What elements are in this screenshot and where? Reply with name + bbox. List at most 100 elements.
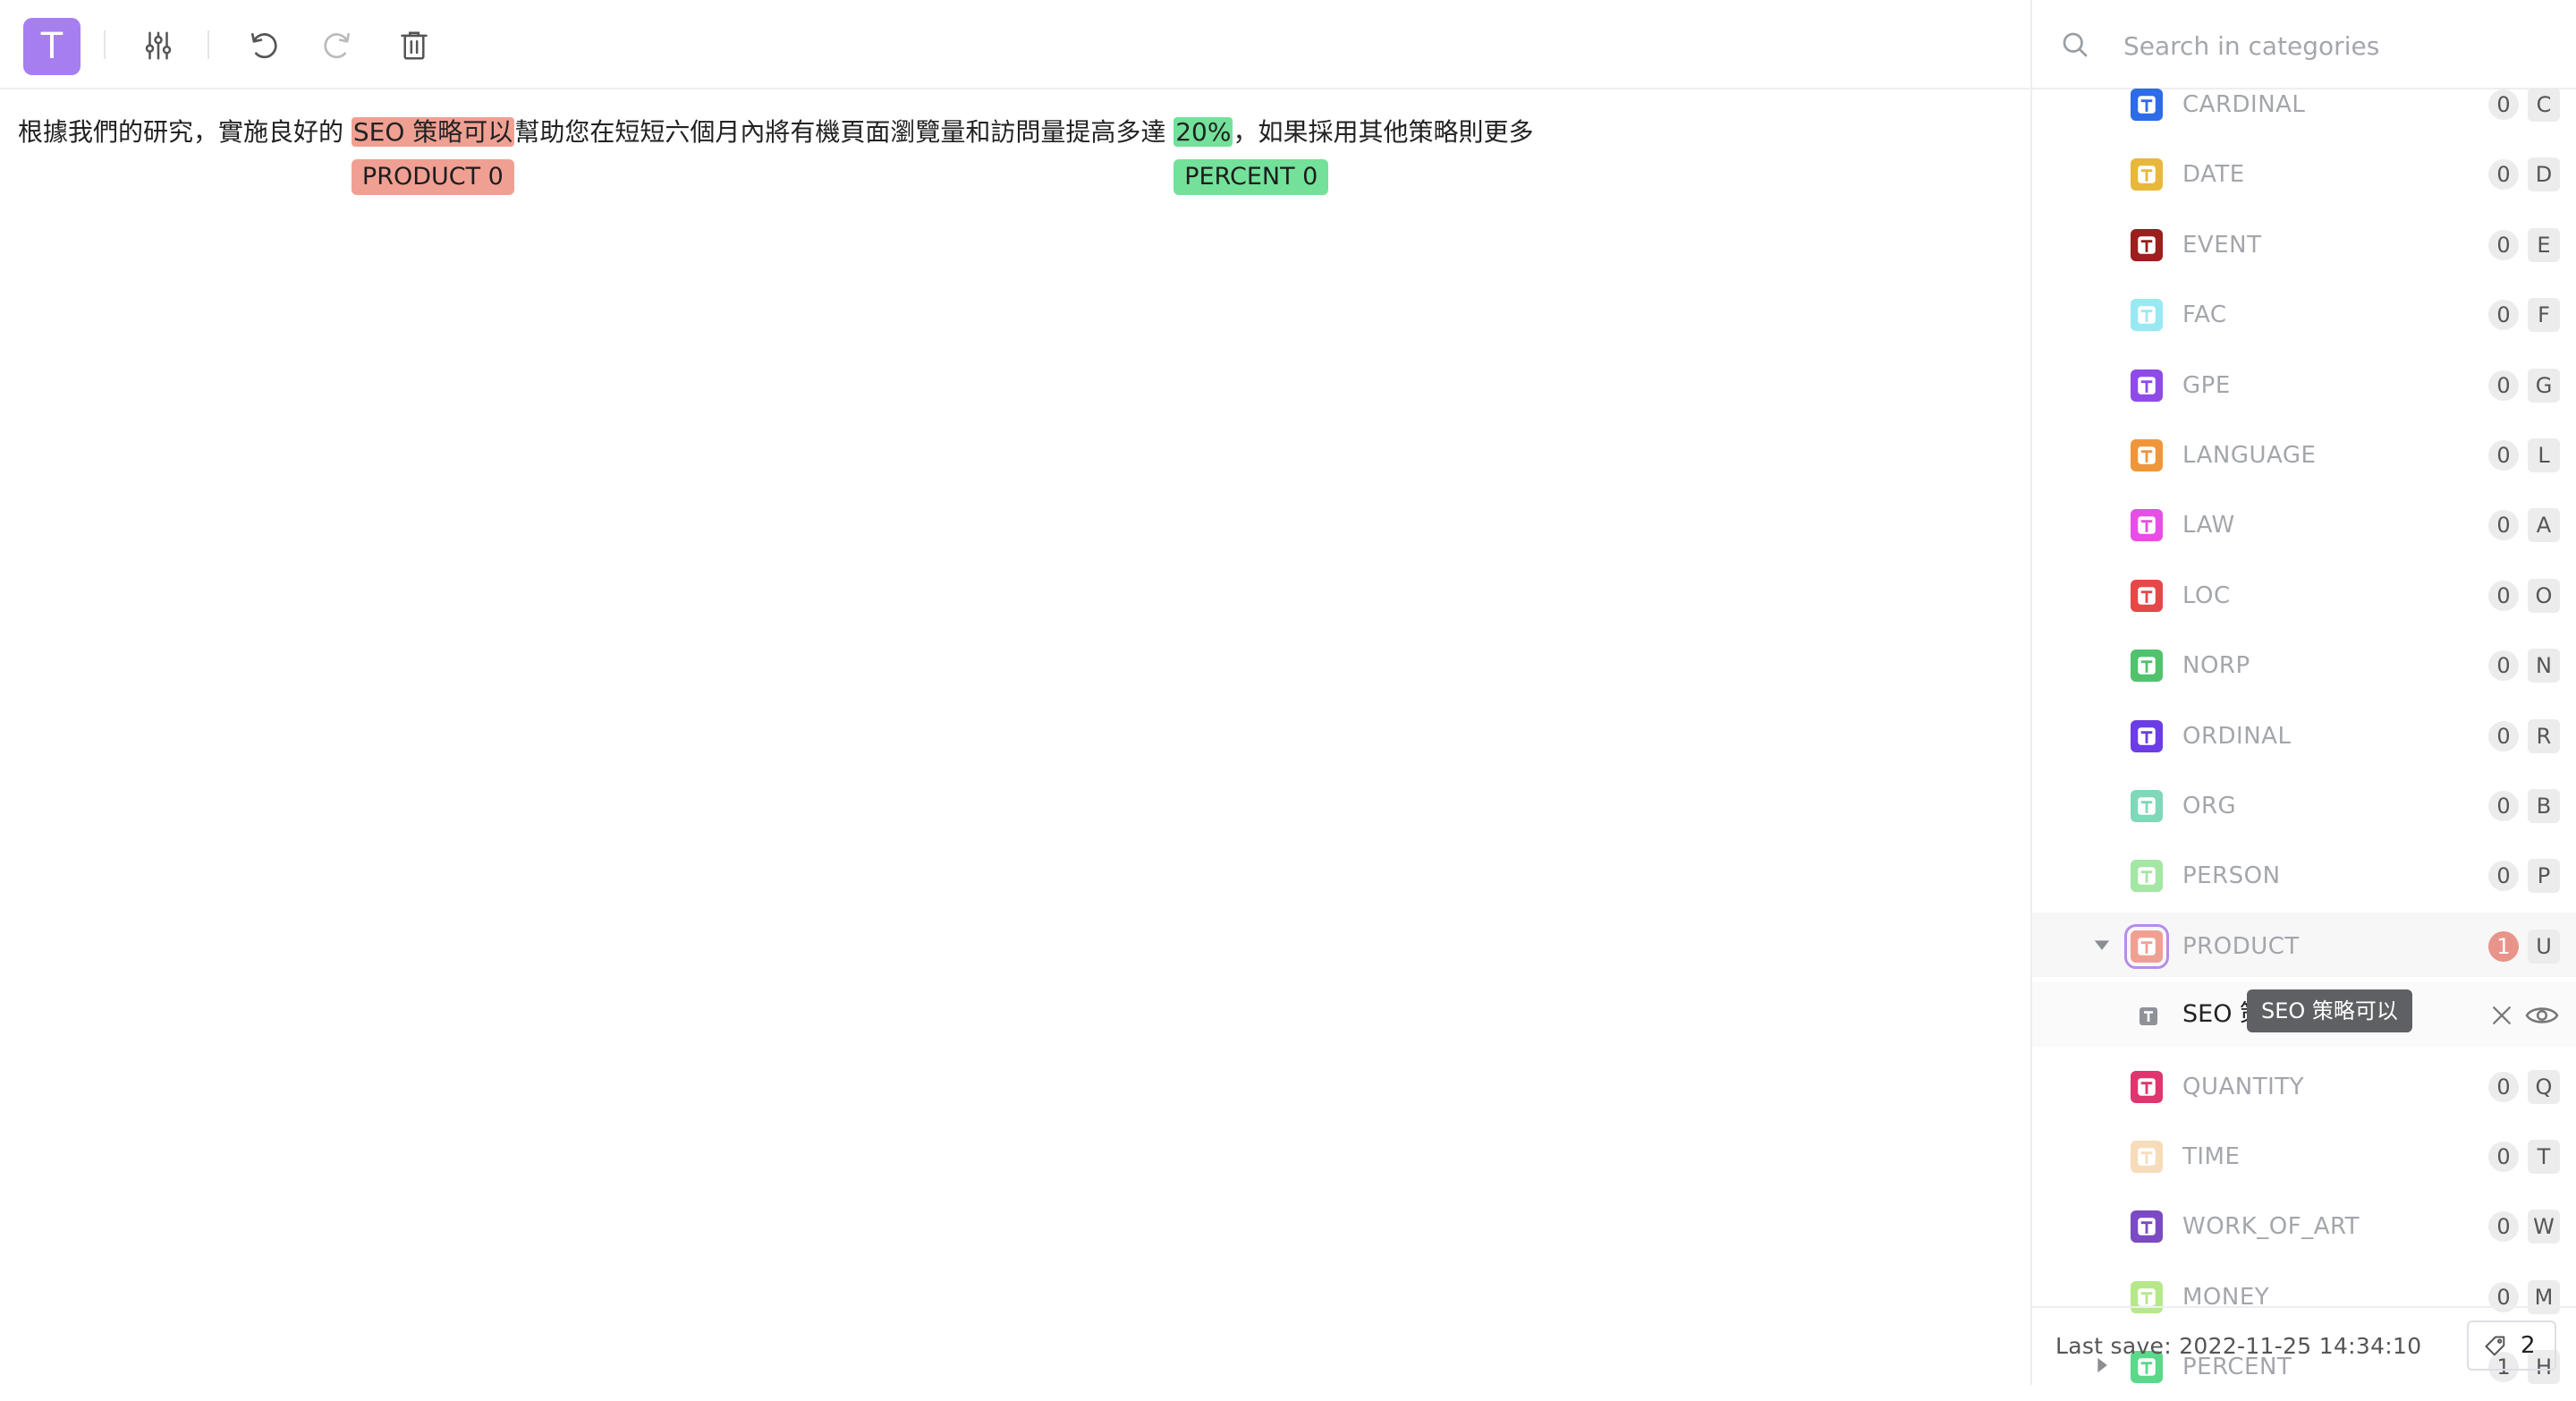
category-label: PERSON (2182, 862, 2281, 890)
text-segment: ，如果採用其他策略則更多 (1233, 117, 1534, 147)
category-shortcut-key: G (2528, 368, 2560, 403)
category-label: PRODUCT (2182, 932, 2300, 960)
category-count-badge: 0 (2488, 1211, 2519, 1243)
category-row-language[interactable]: LANGUAGE 0 L (2032, 421, 2576, 486)
redo-button[interactable] (315, 23, 360, 68)
tag-count-button[interactable]: 2 (2467, 1320, 2556, 1371)
category-row-event[interactable]: EVENT 0 E (2032, 211, 2576, 276)
category-count-badge: 0 (2488, 229, 2519, 260)
entity-percent-wrapper[interactable]: 20% PERCENT 0 (1174, 111, 1329, 195)
sliders-icon (145, 31, 172, 60)
text-category-icon (2131, 1210, 2163, 1244)
category-row-quantity[interactable]: QUANTITY 0 Q (2032, 1053, 2576, 1117)
undo-icon (250, 32, 277, 59)
category-shortcut-key: E (2528, 227, 2560, 262)
category-label: NORP (2182, 652, 2250, 680)
entity-product-highlight[interactable]: SEO 策略可以 (351, 117, 515, 147)
category-shortcut-key: D (2528, 157, 2560, 192)
text-category-icon (2131, 790, 2163, 822)
category-label: ORG (2182, 793, 2237, 819)
entity-percent-tag[interactable]: PERCENT 0 (1174, 159, 1329, 195)
entity-percent-highlight[interactable]: 20% (1174, 117, 1233, 147)
category-label: LAW (2182, 512, 2235, 539)
category-count-badge: 0 (2488, 791, 2519, 821)
category-shortcut-key: U (2528, 929, 2560, 964)
category-count-badge: 0 (2488, 1142, 2519, 1172)
category-count-badge: 0 (2488, 369, 2519, 401)
category-row-work-of-art[interactable]: WORK_OF_ART 0 W (2032, 1193, 2576, 1257)
category-row-product[interactable]: PRODUCT 1 U (2032, 912, 2576, 977)
settings-sliders-button[interactable] (136, 23, 181, 68)
entity-product-wrapper[interactable]: SEO 策略可以 PRODUCT 0 (351, 111, 515, 195)
tag-count-value: 2 (2521, 1332, 2536, 1359)
category-row-cardinal[interactable]: CARDINAL 0 C (2032, 71, 2576, 135)
entity-product-tag[interactable]: PRODUCT 0 (351, 159, 514, 195)
category-shortcut-key: O (2528, 578, 2560, 613)
category-row-org[interactable]: ORG 0 B (2032, 772, 2576, 836)
category-count-badge: 0 (2488, 89, 2519, 120)
annotation-tooltip: SEO 策略可以 (2247, 989, 2412, 1032)
category-count-badge: 0 (2488, 580, 2519, 611)
category-row-gpe[interactable]: GPE 0 G (2032, 352, 2576, 416)
category-count-badge: 0 (2488, 1071, 2519, 1102)
category-row-ordinal[interactable]: ORDINAL 0 R (2032, 702, 2576, 767)
category-label: DATE (2182, 161, 2245, 189)
category-count-badge: 0 (2488, 720, 2519, 751)
tag-icon (2485, 1336, 2505, 1356)
close-icon[interactable] (2488, 1002, 2515, 1029)
text-category-icon (2124, 923, 2169, 969)
text-editor[interactable]: 根據我們的研究，實施良好的 SEO 策略可以 PRODUCT 0 幫助您在短短六個月… (0, 89, 2030, 1385)
undo-button[interactable] (242, 23, 286, 68)
category-row-time[interactable]: TIME 0 T (2032, 1123, 2576, 1187)
text-annotation-icon (2140, 1007, 2157, 1026)
category-count-badge: 1 (2488, 930, 2519, 962)
trash-icon (401, 31, 428, 60)
category-label: QUANTITY (2182, 1073, 2305, 1100)
category-count-badge: 0 (2488, 300, 2519, 331)
status-footer: Last save: 2022-11-25 14:34:10 2 (2032, 1306, 2576, 1385)
category-row-law[interactable]: LAW 0 A (2032, 491, 2576, 556)
delete-button[interactable] (392, 23, 436, 68)
search-input[interactable] (2122, 23, 2555, 68)
category-row-fac[interactable]: FAC 0 F (2032, 281, 2576, 345)
text-category-icon (2131, 860, 2163, 893)
text-category-icon (2131, 369, 2163, 402)
text-category-icon (2131, 579, 2163, 612)
category-row-date[interactable]: DATE 0 D (2032, 140, 2576, 205)
eye-icon[interactable] (2524, 1000, 2560, 1031)
text-category-icon (2131, 1141, 2163, 1173)
category-label: WORK_OF_ART (2182, 1213, 2360, 1241)
category-count-badge: 0 (2488, 510, 2519, 541)
text-segment: 幫助您在短短六個月內將有機頁面瀏覽量和訪問量提高多達 (514, 117, 1174, 147)
category-label: LANGUAGE (2182, 442, 2317, 469)
document-text[interactable]: 根據我們的研究，實施良好的 SEO 策略可以 PRODUCT 0 幫助您在短短六個月… (18, 111, 1534, 195)
category-shortcut-key: P (2528, 859, 2560, 894)
toolbar-divider (104, 30, 106, 59)
caret-down-icon[interactable] (2089, 932, 2114, 957)
category-label: CARDINAL (2182, 91, 2306, 118)
category-count-badge: 0 (2488, 159, 2519, 191)
category-shortcut-key: Q (2528, 1069, 2560, 1104)
category-shortcut-key: T (2528, 1140, 2560, 1174)
text-category-icon (2131, 1070, 2163, 1103)
category-row-loc[interactable]: LOC 0 O (2032, 562, 2576, 626)
category-row-norp[interactable]: NORP 0 N (2032, 632, 2576, 696)
category-shortcut-key: W (2528, 1210, 2560, 1244)
category-label: LOC (2182, 582, 2231, 609)
category-count-badge: 0 (2488, 650, 2519, 682)
text-tool-button[interactable]: T (23, 18, 80, 75)
category-label: EVENT (2182, 231, 2262, 259)
redo-icon (324, 32, 351, 59)
category-count-badge: 0 (2488, 440, 2519, 471)
category-label: FAC (2182, 301, 2227, 329)
category-shortcut-key: C (2528, 88, 2560, 122)
category-shortcut-key: B (2528, 789, 2560, 823)
category-row-person[interactable]: PERSON 0 P (2032, 842, 2576, 906)
annotation-app: T 根據我們的研究，實施良好的 SEO 策略可以 PRODUCT 0 幫助您在短… (0, 0, 2576, 1385)
text-tool-letter: T (40, 26, 64, 67)
toolbar: T (0, 0, 2030, 89)
categories-sidebar: CARDINAL0CDATE0DEVENT0EFAC0FGPE0GLANGUAG… (2030, 0, 2576, 1385)
category-shortcut-key: N (2528, 649, 2560, 684)
category-label: TIME (2182, 1143, 2241, 1170)
category-label: GPE (2182, 371, 2231, 399)
